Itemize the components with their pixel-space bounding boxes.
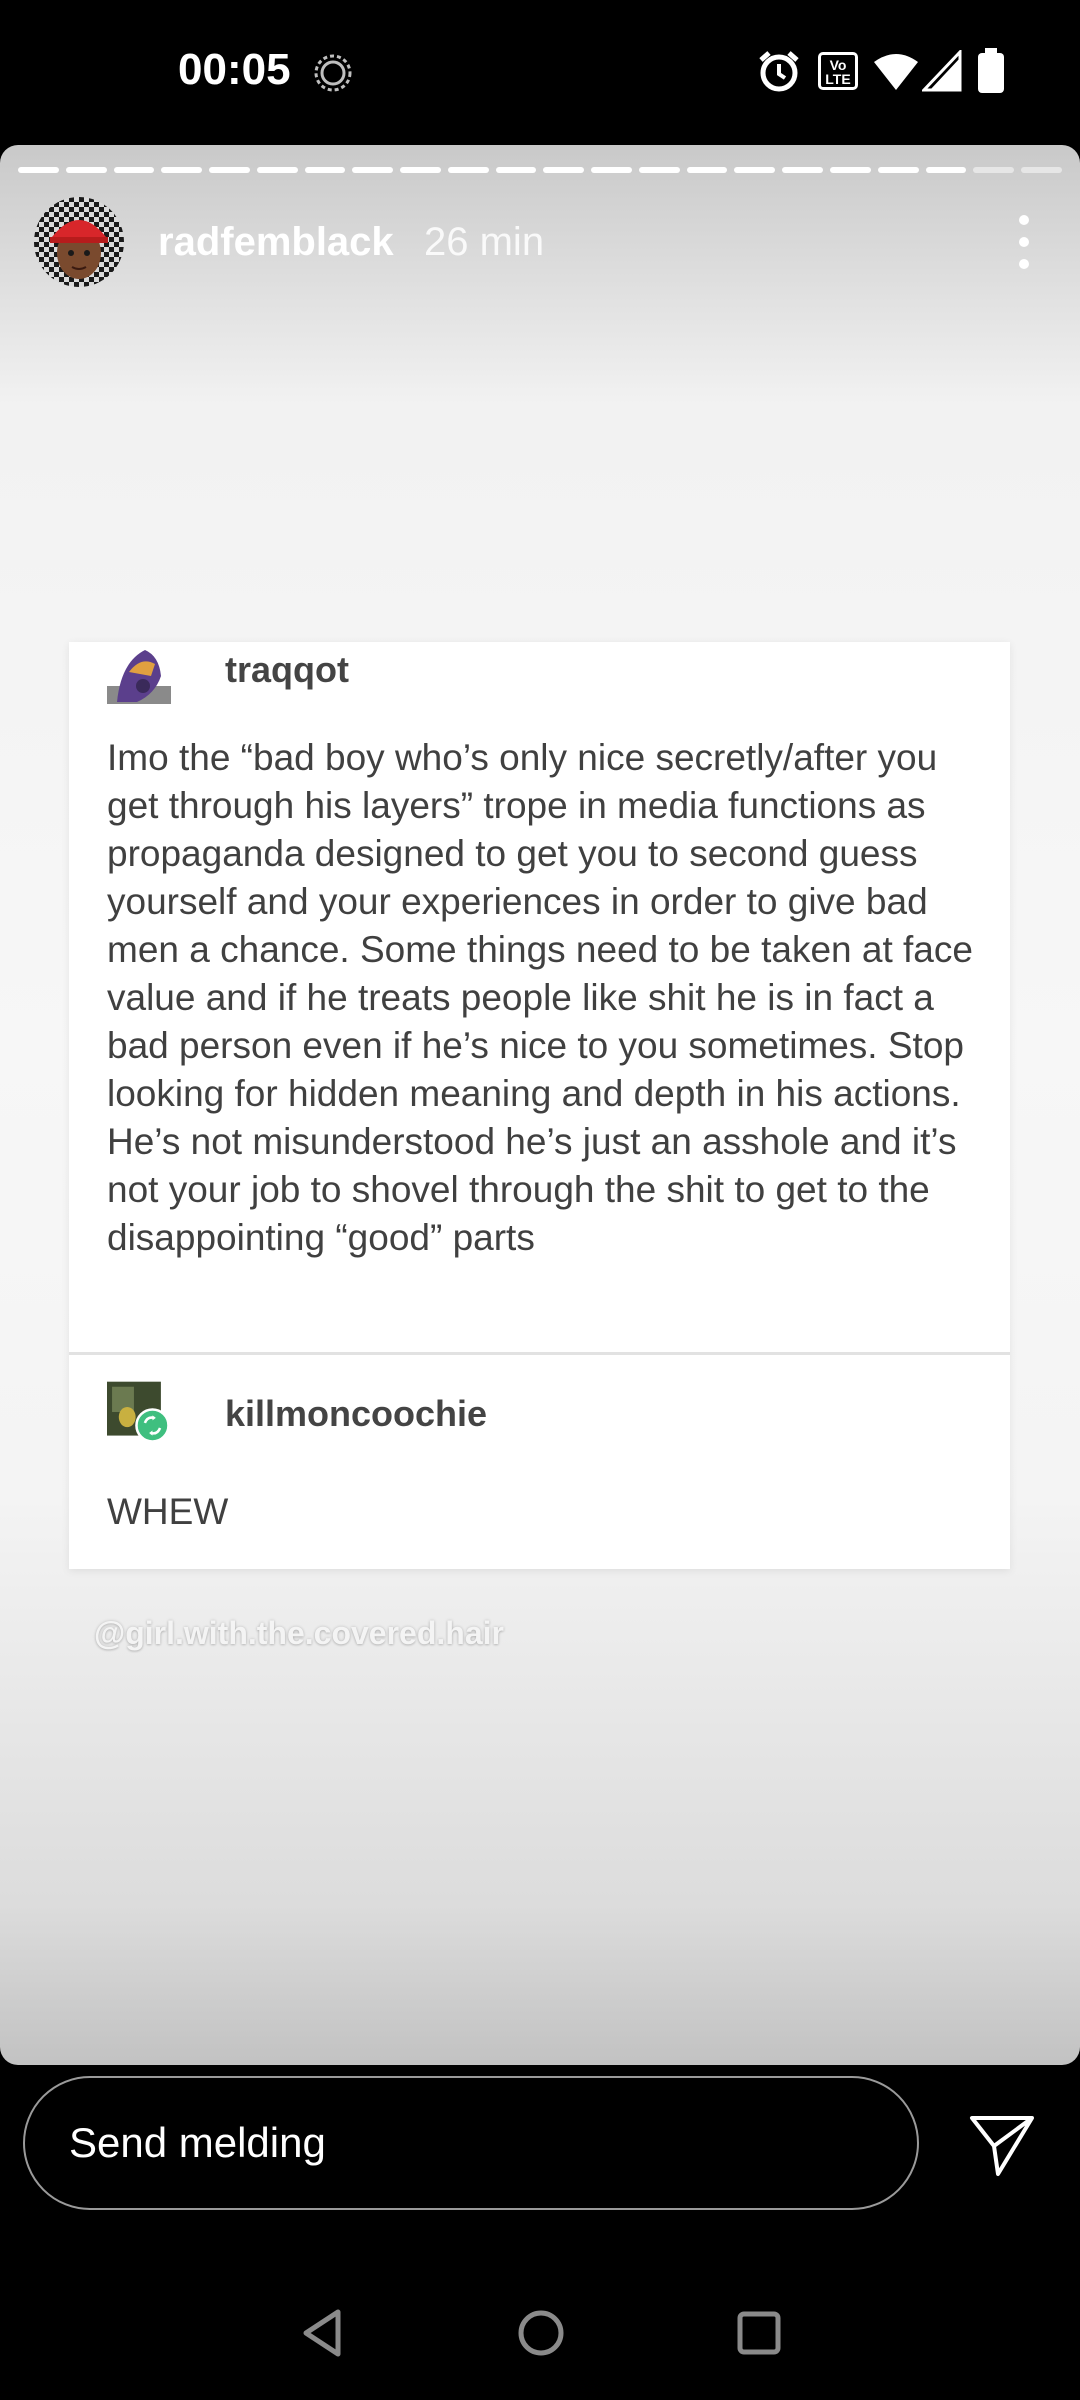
post-divider <box>69 1352 1010 1355</box>
reply-placeholder: Send melding <box>69 2119 326 2166</box>
more-options-icon[interactable] <box>1004 207 1044 277</box>
post-body-text: Imo the “bad boy who’s only nice secretl… <box>107 737 973 1258</box>
story-progress-segment <box>686 167 728 173</box>
story-progress-segment <box>925 167 967 173</box>
volte-icon: Vo LTE <box>818 52 858 90</box>
shared-post-card: traqqot Imo the “bad boy who’s only nice… <box>69 642 1010 1569</box>
story-progress-segment <box>304 167 346 173</box>
story-progress-segment <box>973 167 1015 173</box>
reply-message-input[interactable]: Send melding <box>23 2076 919 2210</box>
story-progress-segment <box>447 167 489 173</box>
send-icon[interactable] <box>968 2110 1036 2178</box>
story-header: radfemblack 26 min <box>34 197 1044 291</box>
home-nav-icon[interactable] <box>516 2308 566 2358</box>
story-progress-segment <box>543 167 585 173</box>
alarm-icon <box>759 51 799 92</box>
reblog-body-text: WHEW <box>107 1491 229 1532</box>
story-progress-bar <box>18 167 1062 173</box>
battery-icon <box>978 48 1004 93</box>
story-timestamp: 26 min <box>424 220 545 264</box>
story-progress-segment <box>591 167 632 173</box>
recents-nav-icon[interactable] <box>736 2310 782 2356</box>
story-progress-segment <box>1021 167 1062 173</box>
post-author-avatar <box>107 650 171 704</box>
story-progress-segment <box>495 167 537 173</box>
story-progress-segment <box>256 167 298 173</box>
wifi-icon <box>874 54 918 90</box>
status-bar: 00:05 Vo LTE <box>0 0 1080 145</box>
reblog-author-name: killmoncoochie <box>225 1393 488 1434</box>
watermark-mention[interactable]: @girl.with.the.covered.hair <box>94 1613 504 1653</box>
story-progress-segment <box>877 167 919 173</box>
status-time: 00:05 <box>178 45 291 94</box>
story-progress-segment <box>352 167 394 173</box>
story-progress-segment <box>113 167 155 173</box>
story-viewer[interactable]: radfemblack 26 min traqqot Imo the “bad … <box>0 145 1080 2065</box>
settings-gear-icon <box>314 54 352 92</box>
story-progress-segment <box>734 167 776 173</box>
story-progress-segment <box>161 167 203 173</box>
signal-icon <box>922 50 962 92</box>
story-progress-segment <box>65 167 107 173</box>
back-nav-icon[interactable] <box>300 2308 344 2358</box>
post-author-name: traqqot <box>225 649 349 690</box>
story-progress-segment <box>18 167 59 173</box>
story-progress-segment <box>209 167 250 173</box>
story-progress-segment <box>638 167 680 173</box>
story-progress-segment <box>830 167 871 173</box>
story-username[interactable]: radfemblack <box>158 219 394 265</box>
story-progress-segment <box>782 167 824 173</box>
story-progress-segment <box>400 167 441 173</box>
avatar[interactable] <box>34 197 124 287</box>
reblog-author-avatar <box>107 1381 170 1443</box>
